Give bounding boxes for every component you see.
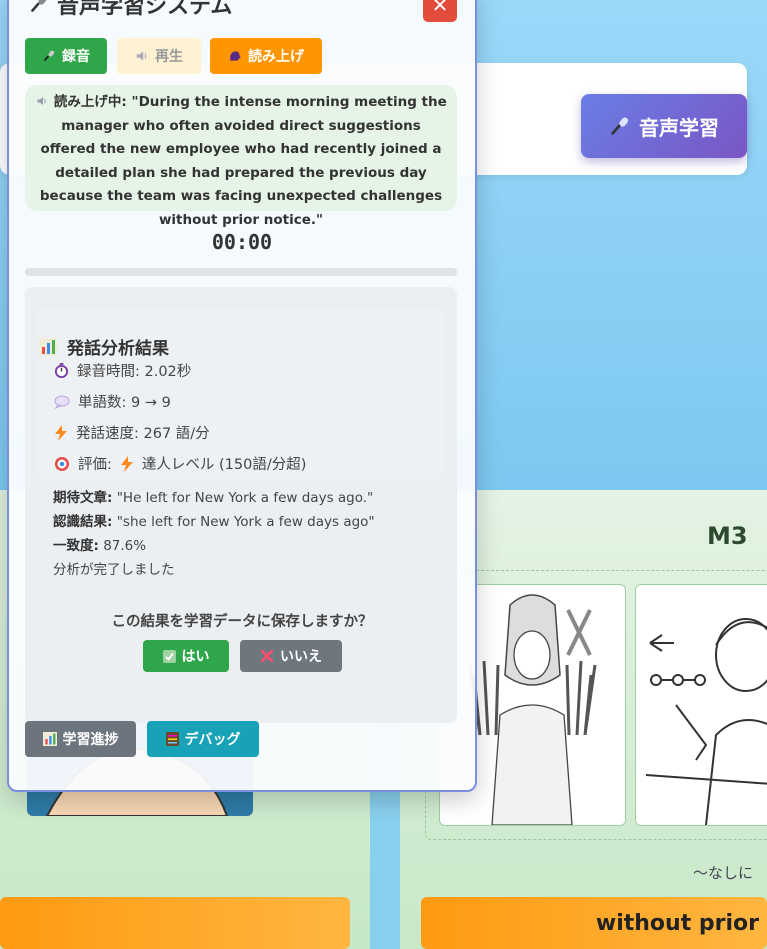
voice-learning-button[interactable]: 音声学習 bbox=[581, 94, 747, 158]
stopwatch-icon bbox=[54, 363, 69, 378]
debug-button[interactable]: デバッグ bbox=[147, 721, 259, 757]
match-label: 一致度: bbox=[53, 538, 99, 554]
save-yes-label: はい bbox=[181, 649, 210, 665]
speaking-head-icon bbox=[230, 51, 241, 61]
reading-text-box: 読み上げ中: "During the intense morning meeti… bbox=[25, 85, 457, 228]
match-value: 87.6% bbox=[103, 538, 147, 554]
recognized-text: "she left for New York a few days ago" bbox=[116, 514, 375, 530]
speed-row: 発話速度: 267 語/分 bbox=[54, 422, 210, 443]
voice-learning-modal: 音声学習システム ✕ 録音 再生 読み上げ 読み上げ中: "During the… bbox=[7, 0, 477, 792]
expected-sentence: 期待文章: "He left for New York a few days a… bbox=[53, 486, 373, 506]
voice-learning-label: 音声学習 bbox=[639, 115, 719, 140]
recognized-label: 認識結果: bbox=[53, 514, 113, 530]
man-illustration bbox=[645, 618, 767, 825]
microphone-icon bbox=[31, 0, 47, 12]
reading-prefix: 読み上げ中: bbox=[53, 94, 127, 110]
save-yes-button[interactable]: はい bbox=[143, 640, 229, 672]
checkbox-icon bbox=[162, 649, 176, 663]
duration-row: 録音時間: 2.02秒 bbox=[54, 360, 191, 381]
lightning-icon bbox=[120, 455, 133, 472]
right-action-label: without prior bbox=[595, 910, 759, 936]
speaker-icon bbox=[37, 97, 46, 105]
speech-bubble-icon bbox=[54, 395, 70, 409]
duration-text: 録音時間: 2.02秒 bbox=[77, 364, 192, 380]
recognized-sentence: 認識結果: "she left for New York a few days … bbox=[53, 510, 375, 530]
recording-progress-bar bbox=[25, 268, 457, 276]
microphone-icon bbox=[43, 50, 55, 62]
analysis-title: 発話分析結果 bbox=[39, 334, 169, 359]
bar-chart-icon bbox=[39, 337, 57, 356]
word-count-text: 単語数: 9 → 9 bbox=[78, 395, 171, 411]
expected-label: 期待文章: bbox=[53, 490, 113, 506]
card-label: M3 bbox=[707, 522, 748, 550]
reading-text: "During the intense morning meeting the … bbox=[39, 94, 447, 228]
analysis-title-text: 発話分析結果 bbox=[67, 339, 169, 359]
learning-progress-button[interactable]: 学習進捗 bbox=[25, 721, 136, 757]
microphone-icon bbox=[611, 117, 629, 135]
close-button[interactable]: ✕ bbox=[423, 0, 457, 22]
target-icon bbox=[55, 456, 69, 471]
rating-row: 評価: 達人レベル (150語/分超) bbox=[54, 453, 306, 474]
save-no-label: いいえ bbox=[280, 649, 322, 665]
read-aloud-button[interactable]: 読み上げ bbox=[210, 38, 322, 74]
speaker-icon bbox=[136, 51, 147, 61]
debug-label: デバッグ bbox=[184, 732, 241, 748]
manga-man-image[interactable] bbox=[635, 584, 767, 826]
bar-chart-icon bbox=[42, 732, 57, 746]
word-count-row: 単語数: 9 → 9 bbox=[54, 391, 171, 412]
play-label: 再生 bbox=[155, 49, 183, 65]
record-button[interactable]: 録音 bbox=[25, 38, 107, 74]
save-no-button[interactable]: いいえ bbox=[240, 640, 342, 672]
close-icon: ✕ bbox=[431, 0, 449, 17]
analysis-complete-text: 分析が完了しました bbox=[53, 562, 175, 578]
speed-text: 発話速度: 267 語/分 bbox=[76, 426, 210, 442]
cross-icon bbox=[260, 649, 274, 663]
play-button[interactable]: 再生 bbox=[117, 38, 201, 74]
lightning-icon bbox=[55, 424, 67, 441]
read-aloud-label: 読み上げ bbox=[248, 49, 304, 65]
modal-title: 音声学習システム bbox=[29, 0, 232, 20]
modal-title-text: 音声学習システム bbox=[57, 0, 233, 19]
recording-timer: 00:00 bbox=[211, 230, 273, 254]
record-label: 録音 bbox=[62, 49, 90, 65]
hint-text: ～なしに bbox=[693, 864, 754, 882]
rating-value: 達人レベル (150語/分超) bbox=[141, 457, 307, 473]
save-question: この結果を学習データに保存しますか？ bbox=[111, 614, 373, 630]
expected-text: "He left for New York a few days ago." bbox=[116, 490, 374, 506]
abacus-icon bbox=[165, 732, 179, 746]
match-rate: 一致度: 87.6% bbox=[53, 534, 146, 554]
rating-prefix: 評価: bbox=[78, 457, 112, 473]
left-action-button[interactable] bbox=[0, 897, 350, 949]
right-action-button[interactable]: without prior bbox=[421, 897, 767, 949]
learning-progress-label: 学習進捗 bbox=[62, 732, 119, 748]
